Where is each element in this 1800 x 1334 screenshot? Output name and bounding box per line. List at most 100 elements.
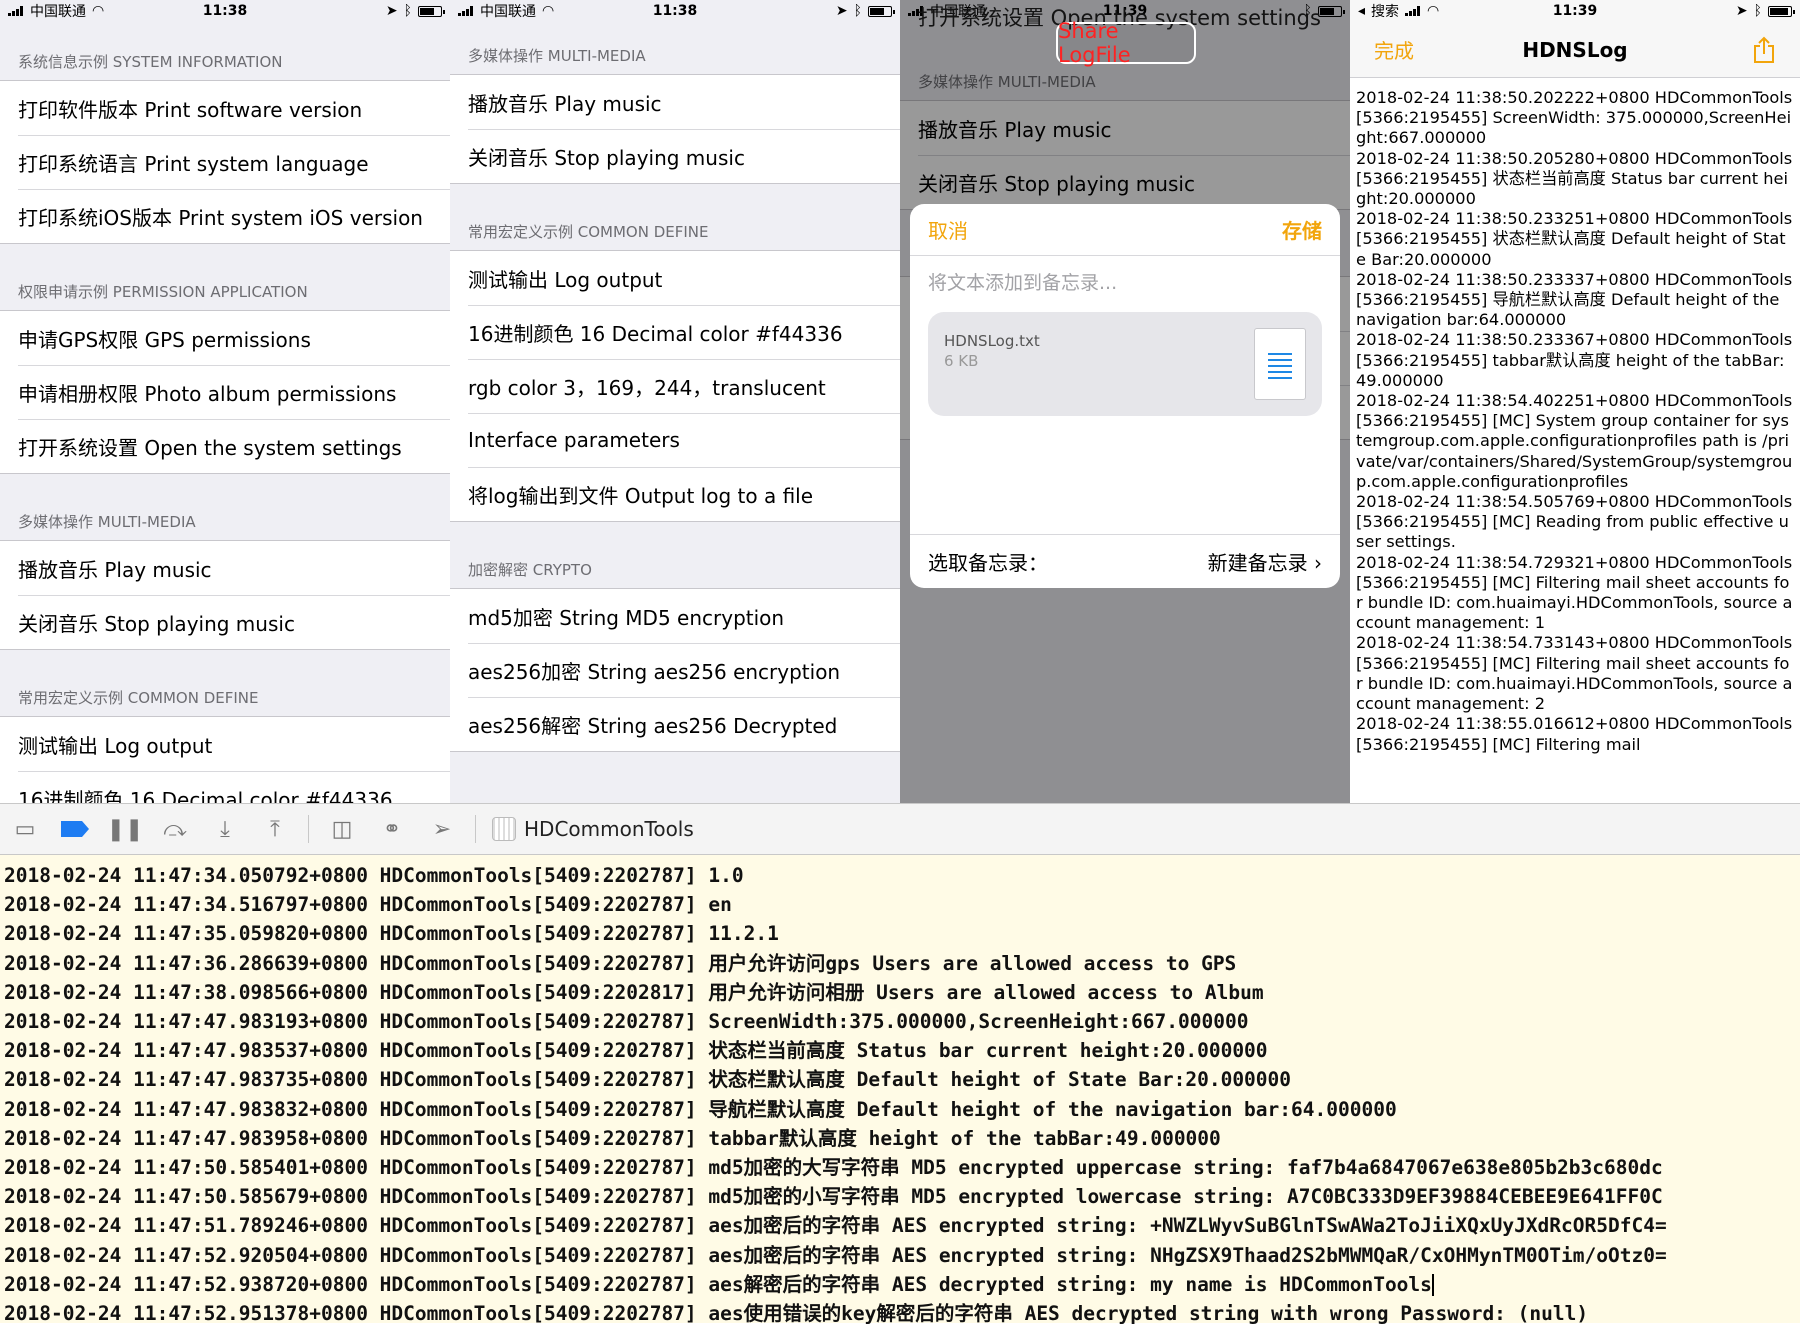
done-button[interactable]: 完成 — [1374, 35, 1414, 64]
process-name: HDCommonTools — [524, 817, 694, 841]
table-cell[interactable]: 播放音乐 Play music — [0, 541, 450, 595]
notes-share-sheet: 取消 存储 将文本添加到备忘录... HDNSLog.txt 6 KB 选取备忘… — [910, 204, 1340, 588]
console-line: 2018-02-24 11:47:47.983537+0800 HDCommon… — [4, 1039, 1268, 1063]
section-cells: 播放音乐 Play music 关闭音乐 Stop playing music — [450, 74, 900, 184]
simulate-location-icon[interactable]: ➢ — [425, 813, 459, 845]
table-cell[interactable]: 打开系统设置 Open the system settings — [0, 419, 450, 473]
nav-title: HDNSLog — [1522, 37, 1628, 62]
battery-icon — [1768, 5, 1795, 17]
table-cell[interactable]: 打印系统语言 Print system language — [0, 135, 450, 189]
location-icon: ➤ — [385, 3, 398, 19]
console-line: 2018-02-24 11:47:47.983958+0800 HDCommon… — [4, 1126, 1221, 1150]
table-cell[interactable]: 播放音乐 Play music — [450, 75, 900, 129]
table-cell[interactable]: 申请相册权限 Photo album permissions — [0, 365, 450, 419]
cancel-button[interactable]: 取消 — [928, 215, 968, 244]
section-header: 常用宏定义示例 COMMON DEFINE — [468, 223, 709, 241]
console-line: 2018-02-24 11:47:38.098566+0800 HDCommon… — [4, 980, 1264, 1004]
table-cell[interactable]: 测试输出 Log output — [0, 717, 450, 771]
console-output[interactable]: 2018-02-24 11:47:34.050792+0800 HDCommon… — [0, 855, 1800, 1334]
step-out-icon[interactable]: ⤒ — [258, 813, 292, 845]
back-arrow-icon[interactable]: ◂ — [1358, 3, 1365, 19]
table-cell[interactable]: 打印系统iOS版本 Print system iOS version — [0, 189, 450, 243]
table-cell[interactable]: aes256解密 String aes256 Decrypted — [450, 697, 900, 751]
process-selector[interactable]: HDCommonTools — [492, 817, 694, 841]
text-cursor — [1431, 1274, 1434, 1297]
console-line: 2018-02-24 11:47:34.516797+0800 HDCommon… — [4, 893, 732, 917]
new-note-label: 新建备忘录 — [1207, 551, 1308, 575]
carrier-label: 中国联通 — [480, 4, 536, 20]
console-line: 2018-02-24 11:47:51.789246+0800 HDCommon… — [4, 1214, 1667, 1238]
table-cell[interactable]: 关闭音乐 Stop playing music — [0, 595, 450, 649]
table-cell[interactable]: Interface parameters — [450, 413, 900, 467]
section-cells: md5加密 String MD5 encryptionaes256加密 Stri… — [450, 588, 900, 752]
memory-graph-icon[interactable]: ⚭ — [375, 813, 409, 845]
console-line: 2018-02-24 11:47:52.951378+0800 HDCommon… — [4, 1302, 1589, 1326]
table-cell[interactable]: aes256加密 String aes256 encryption — [450, 643, 900, 697]
section-header: 系统信息示例 SYSTEM INFORMATION — [18, 53, 283, 71]
text-file-icon — [1254, 328, 1306, 400]
note-text-input[interactable]: 将文本添加到备忘录... — [910, 256, 1340, 307]
console-line: 2018-02-24 11:47:52.938720+0800 HDCommon… — [4, 1272, 1434, 1297]
table-cell[interactable]: 16进制颜色 16 Decimal color #f44336 — [0, 771, 450, 803]
phone-screen-3: 中国联通 11:39 ᛒ 打开系统设置 Open the system sett… — [900, 0, 1350, 803]
debug-toolbar: ▭ ❚❚ ⤼ ⤓ ⤒ ◫ ⚭ ➢ HDCommonTools — [0, 803, 1800, 855]
toolbar-divider — [475, 815, 476, 843]
attachment-size: 6 KB — [944, 352, 979, 370]
table-view: 多媒体操作 MULTI-MEDIA 播放音乐 Play music 关闭音乐 Sto… — [450, 16, 900, 752]
step-over-icon[interactable]: ⤼ — [158, 813, 192, 845]
battery-icon — [868, 5, 895, 17]
step-into-icon[interactable]: ⤓ — [208, 813, 242, 845]
signal-icon — [8, 6, 24, 16]
section-cells: 播放音乐 Play music 关闭音乐 Stop playing music — [0, 540, 450, 650]
section-header: 多媒体操作 MULTI-MEDIA — [468, 47, 646, 65]
choose-note-row[interactable]: 选取备忘录： 新建备忘录 › — [910, 534, 1340, 588]
console-line: 2018-02-24 11:47:47.983735+0800 HDCommon… — [4, 1068, 1292, 1092]
section-header: 加密解密 CRYPTO — [468, 561, 592, 579]
log-file-text: 2018-02-24 11:38:50.202222+0800 HDCommon… — [1350, 78, 1800, 803]
battery-icon — [418, 5, 445, 17]
table-cell[interactable]: 16进制颜色 16 Decimal color #f44336 — [450, 305, 900, 359]
chevron-right-icon: › — [1314, 551, 1322, 575]
sheet-header: 取消 存储 — [910, 204, 1340, 256]
bluetooth-icon: ᛒ — [403, 3, 412, 19]
console-line: 2018-02-24 11:47:36.286639+0800 HDCommon… — [4, 951, 1237, 975]
app-target-icon — [492, 817, 516, 841]
table-cell[interactable]: rgb color 3，169，244，translucent — [450, 359, 900, 413]
screenshots-row: 中国联通 ◠ 11:38 ➤ ᛒ 系统信息示例 SYSTEM INFORMATION… — [0, 0, 1800, 803]
view-hierarchy-icon[interactable]: ◫ — [325, 813, 359, 845]
console-line: 2018-02-24 11:47:34.050792+0800 HDCommon… — [4, 864, 744, 887]
signal-icon — [1405, 6, 1421, 16]
section-header: 多媒体操作 MULTI-MEDIA — [18, 513, 196, 531]
phone-screen-4: ◂ 搜索 ◠ 11:39 ➤ ᛒ 完成 HDNSLog 2018-02-24 11:3… — [1350, 0, 1800, 803]
phone-screen-1: 中国联通 ◠ 11:38 ➤ ᛒ 系统信息示例 SYSTEM INFORMATION… — [0, 0, 450, 803]
console-line: 2018-02-24 11:47:52.920504+0800 HDCommon… — [4, 1243, 1667, 1267]
wifi-icon: ◠ — [1427, 3, 1440, 19]
console-line: 2018-02-24 11:47:47.983832+0800 HDCommon… — [4, 1097, 1397, 1121]
share-logfile-button[interactable]: Share LogFile — [1056, 19, 1196, 67]
wifi-icon: ◠ — [92, 3, 105, 19]
table-cell[interactable]: 关闭音乐 Stop playing music — [450, 129, 900, 183]
table-cell[interactable]: 打印软件版本 Print software version — [0, 81, 450, 135]
section-cells: 打印软件版本 Print software version 打印系统语言 Prin… — [0, 80, 450, 244]
console-line: 2018-02-24 11:47:50.585401+0800 HDCommon… — [4, 1156, 1663, 1180]
toolbar-divider — [308, 815, 309, 843]
breakpoint-toggle-icon[interactable] — [58, 813, 92, 845]
share-icon[interactable] — [1752, 36, 1776, 64]
table-cell[interactable]: md5加密 String MD5 encryption — [450, 589, 900, 643]
console-line: 2018-02-24 11:47:47.983193+0800 HDCommon… — [4, 1010, 1249, 1034]
status-bar: 中国联通 ◠ 11:38 ➤ ᛒ — [450, 0, 900, 22]
navigation-bar: 完成 HDNSLog — [1350, 22, 1800, 78]
pause-icon[interactable]: ❚❚ — [107, 813, 144, 845]
section-header: 权限申请示例 PERMISSION APPLICATION — [18, 283, 308, 301]
choose-note-label: 选取备忘录： — [928, 551, 1048, 575]
table-cell[interactable]: 测试输出 Log output — [450, 251, 900, 305]
console-line: 2018-02-24 11:47:50.585679+0800 HDCommon… — [4, 1185, 1663, 1209]
status-bar: ◂ 搜索 ◠ 11:39 ➤ ᛒ — [1350, 0, 1800, 22]
carrier-label: 中国联通 — [30, 4, 86, 20]
table-cell[interactable]: 将log输出到文件 Output log to a file — [450, 467, 900, 521]
section-cells: 测试输出 Log output 16进制颜色 16 Decimal color #… — [450, 250, 900, 522]
save-button[interactable]: 存储 — [1282, 215, 1322, 244]
back-to-app-label[interactable]: 搜索 — [1371, 1, 1399, 21]
table-cell[interactable]: 申请GPS权限 GPS permissions — [0, 311, 450, 365]
hide-debug-area-icon[interactable]: ▭ — [8, 813, 42, 845]
